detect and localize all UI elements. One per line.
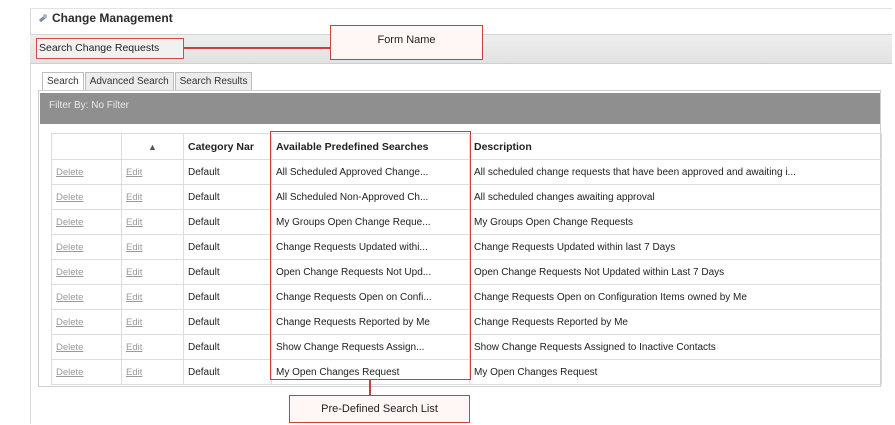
delete-link[interactable]: Delete	[51, 184, 122, 210]
search-name-cell[interactable]: Show Change Requests Assign...	[271, 334, 470, 360]
list-callout-connector	[369, 380, 371, 396]
tab-search[interactable]: Search	[42, 72, 84, 90]
delete-link[interactable]: Delete	[51, 259, 122, 285]
delete-link[interactable]: Delete	[51, 209, 122, 235]
category-cell: Default	[183, 359, 272, 385]
description-cell: All scheduled changes awaiting approval	[469, 184, 882, 210]
tab-search-results[interactable]: Search Results	[174, 72, 253, 90]
category-cell: Default	[183, 209, 272, 235]
category-cell: Default	[183, 284, 272, 310]
tab-bar: Search Advanced Search Search Results	[42, 72, 253, 90]
table-row[interactable]: Delete Edit Default My Open Changes Requ…	[51, 359, 882, 385]
table-row[interactable]: Delete Edit Default Change Requests Open…	[51, 284, 882, 310]
form-name-callout: Form Name	[330, 25, 483, 60]
table-row[interactable]: Delete Edit Default My Groups Open Chang…	[51, 209, 882, 235]
description-cell: My Groups Open Change Requests	[469, 209, 882, 235]
edit-link[interactable]: Edit	[121, 209, 184, 235]
description-cell: Show Change Requests Assigned to Inactiv…	[469, 334, 882, 360]
search-name-cell[interactable]: My Open Changes Request	[271, 359, 470, 385]
edit-link[interactable]: Edit	[121, 359, 184, 385]
table-row[interactable]: Delete Edit Default Change Requests Upda…	[51, 234, 882, 260]
description-cell: All scheduled change requests that have …	[469, 159, 882, 185]
table-row[interactable]: Delete Edit Default All Scheduled Approv…	[51, 159, 882, 185]
search-name-cell[interactable]: Open Change Requests Not Upd...	[271, 259, 470, 285]
sort-arrow-icon[interactable]: ▲	[121, 133, 184, 160]
category-cell: Default	[183, 259, 272, 285]
header-delete	[51, 133, 122, 160]
description-cell: My Open Changes Request	[469, 359, 882, 385]
delete-link[interactable]: Delete	[51, 159, 122, 185]
description-cell: Change Requests Updated within last 7 Da…	[469, 234, 882, 260]
edit-link[interactable]: Edit	[121, 309, 184, 335]
edit-link[interactable]: Edit	[121, 184, 184, 210]
search-name-cell[interactable]: Change Requests Updated withi...	[271, 234, 470, 260]
category-cell: Default	[183, 184, 272, 210]
header-description[interactable]: Description	[469, 133, 882, 160]
table-row[interactable]: Delete Edit Default Show Change Requests…	[51, 334, 882, 360]
delete-link[interactable]: Delete	[51, 284, 122, 310]
edit-link[interactable]: Edit	[121, 259, 184, 285]
app-header: Change Management	[38, 11, 173, 25]
table-row[interactable]: Delete Edit Default Open Change Requests…	[51, 259, 882, 285]
edit-link[interactable]: Edit	[121, 159, 184, 185]
description-cell: Change Requests Reported by Me	[469, 309, 882, 335]
wrench-icon	[38, 13, 48, 23]
description-cell: Change Requests Open on Configuration It…	[469, 284, 882, 310]
category-cell: Default	[183, 159, 272, 185]
search-list-callout: Pre-Defined Search List	[289, 395, 470, 423]
delete-link[interactable]: Delete	[51, 334, 122, 360]
description-cell: Open Change Requests Not Updated within …	[469, 259, 882, 285]
delete-link[interactable]: Delete	[51, 234, 122, 260]
search-name-cell[interactable]: Change Requests Open on Confi...	[271, 284, 470, 310]
category-cell: Default	[183, 234, 272, 260]
category-cell: Default	[183, 334, 272, 360]
category-cell: Default	[183, 309, 272, 335]
delete-link[interactable]: Delete	[51, 359, 122, 385]
app-title: Change Management	[52, 11, 173, 25]
table-header-row: ▲ Category Nar Available Predefined Sear…	[51, 133, 882, 160]
edit-link[interactable]: Edit	[121, 284, 184, 310]
table-row[interactable]: Delete Edit Default Change Requests Repo…	[51, 309, 882, 335]
delete-link[interactable]: Delete	[51, 309, 122, 335]
form-callout-connector	[184, 47, 331, 49]
predefined-searches-table: ▲ Category Nar Available Predefined Sear…	[51, 133, 882, 385]
search-name-cell[interactable]: All Scheduled Approved Change...	[271, 159, 470, 185]
form-name-label: Search Change Requests	[36, 38, 184, 59]
edit-link[interactable]: Edit	[121, 234, 184, 260]
search-name-cell[interactable]: All Scheduled Non-Approved Ch...	[271, 184, 470, 210]
search-name-cell[interactable]: Change Requests Reported by Me	[271, 309, 470, 335]
tab-advanced-search[interactable]: Advanced Search	[84, 72, 174, 90]
table-row[interactable]: Delete Edit Default All Scheduled Non-Ap…	[51, 184, 882, 210]
filter-bar: Filter By: No Filter	[40, 93, 880, 124]
header-available-searches[interactable]: Available Predefined Searches	[271, 133, 470, 160]
search-name-cell[interactable]: My Groups Open Change Reque...	[271, 209, 470, 235]
edit-link[interactable]: Edit	[121, 334, 184, 360]
header-category[interactable]: Category Nar	[183, 133, 272, 160]
